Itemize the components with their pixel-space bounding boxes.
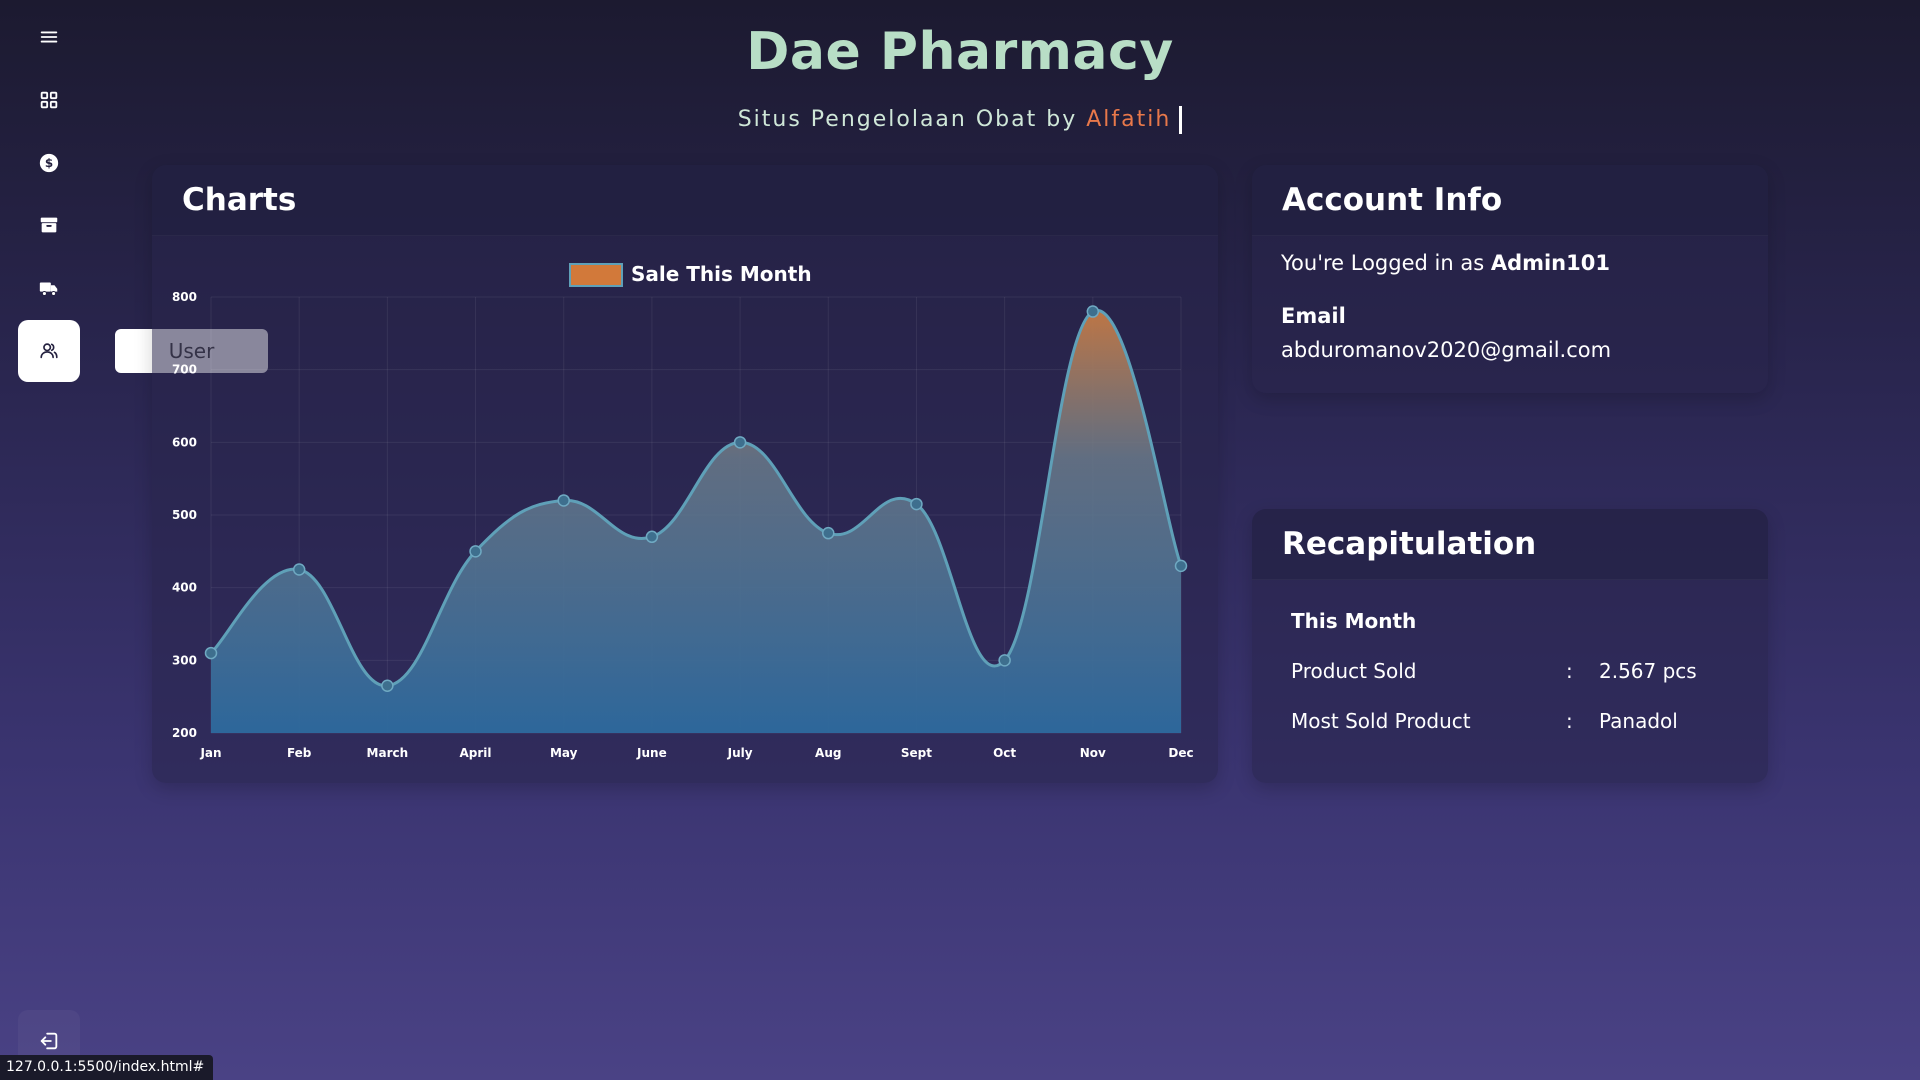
sales-chart: 200 300 400 500 600 700 800 Jan Feb March April May… (172, 262, 1194, 760)
user-icon (40, 343, 58, 359)
x-tick-label: Feb (287, 746, 312, 760)
x-tick-label: Aug (815, 746, 841, 760)
y-tick-label: 200 (172, 726, 197, 740)
chart-point (469, 545, 482, 558)
chart-point (1086, 305, 1100, 318)
sidebar-item-delivery[interactable] (18, 257, 80, 319)
account-heading: Account Info (1252, 165, 1768, 236)
recap-heading: Recapitulation (1252, 509, 1768, 580)
y-tick-label: 500 (172, 508, 197, 522)
chart-point (998, 654, 1011, 667)
x-tick-label: Dec (1168, 746, 1193, 760)
subtitle-author: Alfatih (1086, 107, 1172, 132)
x-tick-label: Jan (199, 746, 221, 760)
account-info-card: Account Info You're Logged in as Admin10… (1252, 165, 1768, 393)
x-tick-label: June (636, 746, 667, 760)
chart-point (381, 679, 394, 693)
recap-period: This Month (1291, 609, 1417, 633)
archive-icon (40, 217, 58, 233)
dollar-icon: $ (39, 153, 59, 173)
chart-point (204, 646, 218, 660)
page-subtitle: Situs Pengelolaan Obat by Alfatih (0, 106, 1920, 134)
page-title: Dae Pharmacy (746, 22, 1174, 82)
username: Admin101 (1490, 251, 1610, 275)
chart-point (822, 526, 835, 540)
chart-point (910, 497, 923, 511)
recap-label-product-sold: Product Sold (1291, 659, 1417, 683)
recap-separator: : (1566, 709, 1573, 733)
sidebar-item-inventory[interactable] (18, 194, 80, 256)
subtitle-text: Situs Pengelolaan Obat by (737, 107, 1087, 132)
email-value: abduromanov2020@gmail.com (1281, 338, 1612, 362)
svg-text:$: $ (45, 156, 53, 170)
chart-area-fill (211, 310, 1181, 733)
x-tick-label: July (727, 746, 753, 760)
charts-card: Charts 200 300 400 500 600 700 800 Jan Feb March A… (152, 165, 1218, 783)
logout-icon (40, 1032, 58, 1050)
y-tick-label: 600 (172, 435, 197, 449)
truck-icon (39, 282, 58, 296)
sidebar: $ (0, 0, 97, 1080)
logged-in-line: You're Logged in as Admin101 (1281, 251, 1610, 275)
recap-value-product-sold: 2.567 pcs (1599, 659, 1697, 683)
charts-heading: Charts (152, 165, 1218, 236)
status-bar-url: 127.0.0.1:5500/index.html# (0, 1055, 214, 1080)
recap-separator: : (1566, 659, 1573, 683)
chart-point (733, 436, 747, 449)
sidebar-item-sales[interactable]: $ (18, 132, 80, 194)
x-tick-label: Nov (1080, 746, 1106, 760)
chart-point (1174, 559, 1188, 573)
legend-label: Sale This Month (631, 262, 812, 286)
x-tick-label: May (550, 746, 578, 760)
chart-point (292, 563, 306, 576)
email-label: Email (1281, 304, 1346, 328)
x-tick-label: April (460, 746, 492, 760)
y-tick-label: 300 (172, 653, 197, 667)
legend-swatch (569, 263, 623, 287)
x-tick-label: Oct (993, 746, 1016, 760)
recapitulation-card: Recapitulation This Month Product Sold :… (1252, 509, 1768, 783)
chart-point (557, 494, 570, 507)
y-tick-label: 700 (172, 363, 197, 377)
y-tick-label: 400 (172, 581, 197, 595)
x-tick-label: Sept (901, 746, 932, 760)
typing-cursor (1179, 106, 1183, 134)
logged-in-label: You're Logged in as (1281, 251, 1491, 275)
x-tick-label: March (367, 746, 409, 760)
y-tick-label: 800 (172, 290, 197, 304)
sidebar-item-user[interactable] (18, 320, 80, 382)
recap-label-most-sold: Most Sold Product (1291, 709, 1471, 733)
recap-value-most-sold: Panadol (1599, 709, 1678, 733)
chart-point (645, 530, 659, 544)
